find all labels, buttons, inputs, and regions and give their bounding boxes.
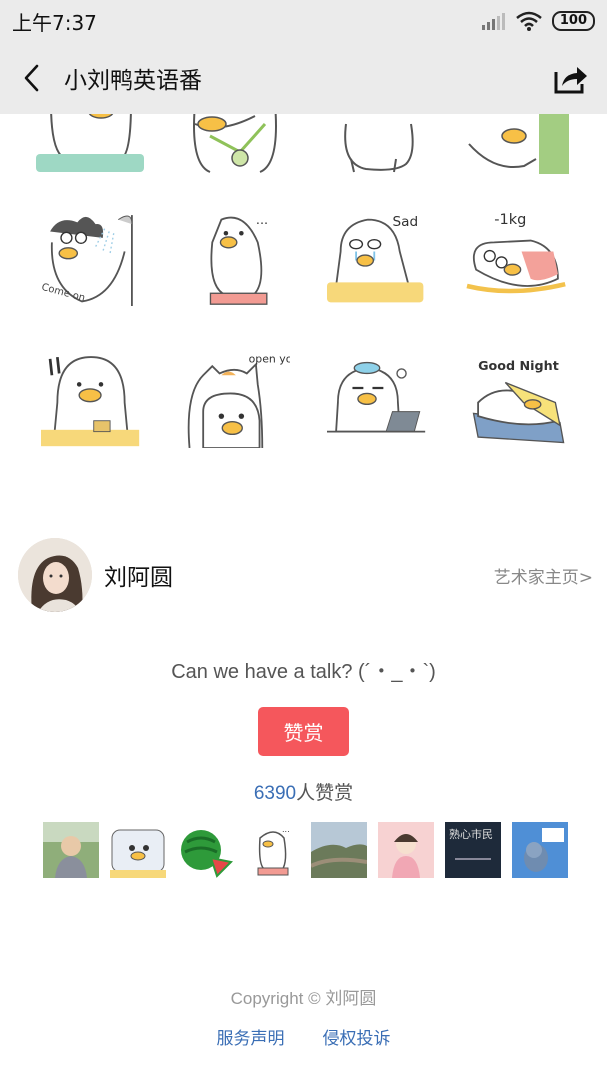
reward-count-number: 6390 xyxy=(253,783,297,804)
sticker-caption: Good Night xyxy=(478,358,559,373)
duck-sticker-icon xyxy=(36,114,144,172)
sticker-item[interactable]: Come on xyxy=(36,206,146,306)
sticker-item[interactable] xyxy=(36,348,146,448)
svg-text:...: ... xyxy=(282,825,290,834)
duck-scale-icon: ... xyxy=(244,822,300,878)
sticker-item[interactable]: Sad xyxy=(322,206,432,306)
reward-button[interactable]: 赞赏 xyxy=(258,707,349,756)
duck-alert-sticker-icon xyxy=(41,356,140,447)
girl-illustration-icon xyxy=(378,822,434,878)
sticker-item[interactable] xyxy=(322,348,432,448)
sticker-caption: open your eyes xyxy=(249,353,290,366)
duck-sticker-icon xyxy=(193,114,277,173)
reward-count-suffix: 人赞赏 xyxy=(296,782,354,804)
artist-homepage-label: 艺术家主页 xyxy=(493,567,579,588)
duck-sticker-icon xyxy=(468,114,569,174)
supporter-avatar[interactable]: 熟心市民 xyxy=(445,822,501,878)
artist-row: 刘阿圆 艺术家主页> xyxy=(18,536,593,614)
duck-pillow-icon xyxy=(110,822,166,878)
book-cover-title: 熟心市民 xyxy=(449,827,493,841)
tom-jerry-icon xyxy=(512,822,568,878)
page-title: 小刘鸭英语番 xyxy=(64,68,202,94)
book-cover-icon: 熟心市民 xyxy=(445,822,501,878)
wifi-icon xyxy=(516,11,542,31)
duck-cat-sticker-icon: open your eyes xyxy=(187,353,333,449)
signal-icon xyxy=(481,13,505,30)
sticker-grid: Come on ... Sad -1kg open y Good Night xyxy=(0,114,607,474)
supporter-avatar[interactable]: ... xyxy=(244,822,300,878)
status-icons: 100 xyxy=(481,11,595,31)
artist-name: 刘阿圆 xyxy=(104,565,173,591)
sticker-item[interactable] xyxy=(36,114,146,174)
copyright-text: Copyright © 刘阿圆 xyxy=(230,989,377,1008)
artist-avatar[interactable] xyxy=(18,538,92,612)
infringement-report-link[interactable]: 侵权投诉 xyxy=(323,1024,391,1049)
sticker-item[interactable]: -1kg xyxy=(462,206,572,306)
watermelon-icon xyxy=(177,822,233,878)
sticker-caption: ... xyxy=(256,212,268,227)
duck-laptop-sticker-icon xyxy=(327,361,426,433)
great-wall-icon xyxy=(311,822,367,878)
sticker-item[interactable] xyxy=(464,114,574,174)
share-button[interactable] xyxy=(549,58,593,98)
sticker-caption: Sad xyxy=(392,214,418,230)
back-button[interactable] xyxy=(14,58,50,98)
share-icon xyxy=(554,67,587,94)
service-statement-link[interactable]: 服务声明 xyxy=(217,1024,285,1049)
sticker-item[interactable] xyxy=(326,114,436,174)
nav-bar: 小刘鸭英语番 xyxy=(0,42,607,114)
duck-shower-icon: Come on xyxy=(40,215,133,306)
duck-sticker-icon xyxy=(344,123,414,173)
duck-lying-sticker-icon: -1kg xyxy=(466,212,566,294)
duck-scale-sticker-icon: ... xyxy=(209,212,268,305)
artist-message: Can we have a talk? (´・_・`) xyxy=(171,661,436,683)
battery-indicator: 100 xyxy=(551,11,595,31)
sticker-caption: -1kg xyxy=(494,212,526,228)
chevron-left-icon xyxy=(24,64,39,92)
chevron-right-icon: > xyxy=(578,567,593,588)
supporter-avatar[interactable] xyxy=(311,822,367,878)
avatar-photo-icon xyxy=(18,538,92,612)
sticker-item[interactable]: open your eyes xyxy=(180,348,333,449)
footer-links: 服务声明 侵权投诉 xyxy=(0,1024,607,1049)
supporter-avatar[interactable] xyxy=(378,822,434,878)
sticker-item[interactable]: ... xyxy=(180,206,290,306)
status-bar: 上午7:37 100 xyxy=(0,0,607,42)
supporter-list: ... 熟心市民 xyxy=(43,822,568,878)
monk-photo-icon xyxy=(43,822,99,878)
reward-count: 6390人赞赏 xyxy=(0,778,607,805)
supporter-avatar[interactable] xyxy=(512,822,568,878)
supporter-avatar[interactable] xyxy=(43,822,99,878)
sticker-item[interactable]: Good Night xyxy=(464,348,574,448)
duck-sleep-sticker-icon: Good Night xyxy=(472,358,565,444)
artist-homepage-link[interactable]: 艺术家主页> xyxy=(494,563,593,588)
duck-sad-sticker-icon: Sad xyxy=(327,214,424,303)
supporter-avatar[interactable] xyxy=(177,822,233,878)
sticker-item[interactable] xyxy=(180,114,290,174)
supporter-avatar[interactable] xyxy=(110,822,166,878)
status-time: 上午7:37 xyxy=(12,10,97,35)
